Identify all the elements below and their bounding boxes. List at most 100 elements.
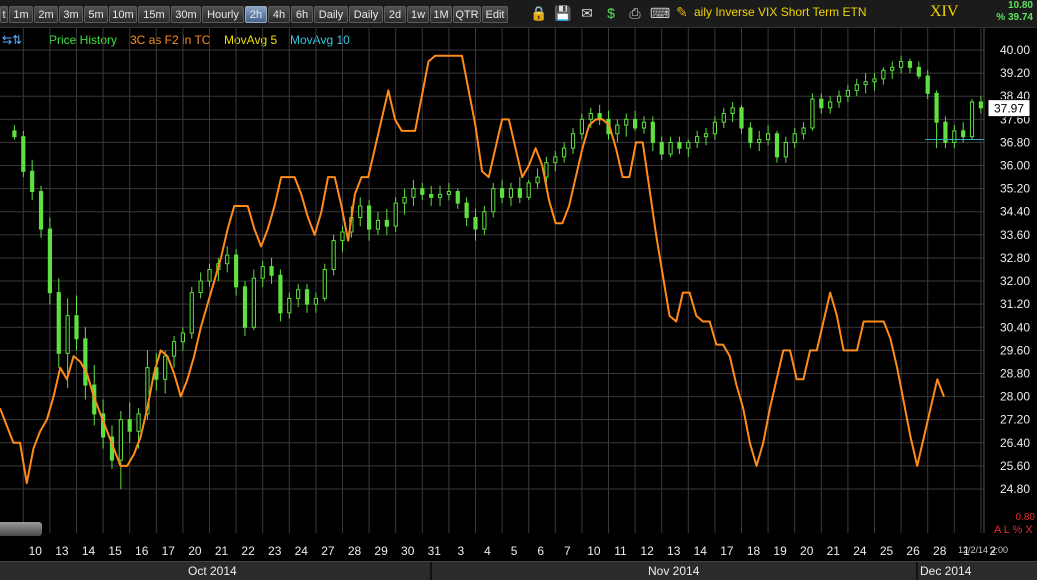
timeframe-button-1w[interactable]: 1w (407, 6, 429, 23)
candle-body (739, 107, 744, 129)
y-tick-label: 32.80 (1000, 251, 1030, 265)
x-tick-label: 18 (747, 544, 761, 558)
candle-body (819, 98, 824, 109)
timeframe-button-hourly[interactable]: Hourly (202, 6, 244, 23)
x-tick-label: 22 (241, 544, 255, 558)
candle-body (47, 228, 52, 294)
candle-body (579, 118, 584, 135)
timeframe-button-5m[interactable]: 5m (84, 6, 108, 23)
timeframe-button-4h[interactable]: 4h (268, 6, 290, 23)
candle-body (500, 188, 505, 198)
candle-body (961, 130, 966, 138)
candle-body (455, 191, 460, 204)
candle-body (74, 315, 79, 340)
candle-body (375, 219, 381, 230)
timeframe-button-10m[interactable]: 10m (109, 6, 137, 23)
timeframe-button-30m[interactable]: 30m (171, 6, 201, 23)
candle-body (251, 277, 256, 328)
quote-change: 10.80 (1007, 0, 1033, 11)
candle-body (118, 419, 123, 461)
timeframe-button-2m[interactable]: 2m (34, 6, 58, 23)
candle-body (38, 191, 44, 230)
candle-body (633, 118, 638, 129)
candle-body (544, 162, 549, 178)
x-tick-label: 24 (853, 544, 867, 558)
candle-body (668, 141, 673, 155)
x-tick-label: 3 (458, 544, 465, 558)
candle-body (810, 98, 815, 129)
timeframe-button-6h[interactable]: 6h (291, 6, 313, 23)
candle-body (774, 133, 780, 158)
x-tick-label: 14 (694, 544, 708, 558)
x-tick-label: 7 (564, 544, 571, 558)
save-icon[interactable]: 💾 (554, 4, 572, 22)
x-tick-label: 31 (428, 544, 442, 558)
pencil-icon[interactable]: ✎ (676, 4, 688, 21)
datestamp: 12/2/14 2:00 (958, 545, 1009, 555)
candle-body (189, 292, 194, 334)
timeframe-button-2d[interactable]: 2d (384, 6, 406, 23)
x-tick-label: 28 (348, 544, 362, 558)
keyboard-icon[interactable]: ⌨ (650, 4, 670, 22)
timeframe-button-3m[interactable]: 3m (59, 6, 83, 23)
timeframe-button-2h[interactable]: 2h (245, 6, 267, 23)
y-tick-label: 29.60 (1000, 343, 1030, 357)
print-icon[interactable]: ⎙ (626, 4, 644, 22)
price-chart[interactable]: 40.0039.2038.4037.6036.8036.0035.2034.40… (0, 28, 1037, 561)
candle-body (180, 332, 186, 343)
x-tick-label: 6 (537, 544, 544, 558)
lock-icon[interactable]: 🔒 (530, 4, 548, 22)
y-tick-label: 34.40 (1000, 205, 1030, 219)
candle-body (872, 78, 877, 83)
candle-body (127, 419, 132, 432)
timeframe-button-qtr[interactable]: QTR (453, 6, 481, 23)
y-tick-label: 25.60 (1000, 459, 1030, 473)
instrument-title: aily Inverse VIX Short Term ETN (694, 5, 867, 19)
x-tick-label: 28 (933, 544, 947, 558)
candle-body (553, 156, 558, 164)
candle-body (473, 217, 478, 230)
candle-body (703, 133, 709, 138)
timeframe-button-daily[interactable]: Daily (314, 6, 348, 23)
timeframe-button-daily[interactable]: Daily (349, 6, 383, 23)
candle-body (171, 341, 177, 357)
candle-body (730, 107, 735, 115)
candle-body (677, 141, 682, 149)
candle-body (269, 266, 274, 276)
y-tick-label: 36.80 (1000, 135, 1030, 149)
candle-body (721, 113, 726, 123)
timeframe-button-t[interactable]: t (0, 6, 8, 23)
candle-body (952, 130, 957, 143)
candle-body (526, 182, 531, 198)
candle-body (420, 188, 425, 195)
candle-body (641, 121, 647, 129)
x-tick-label: 10 (29, 544, 43, 558)
candle-body (482, 211, 487, 230)
timeframe-button-15m[interactable]: 15m (138, 6, 170, 23)
current-price-label: 37.97 (994, 102, 1024, 116)
candle-body (535, 176, 540, 184)
candle-body (136, 413, 141, 432)
timeframe-button-1m[interactable]: 1M (430, 6, 452, 23)
alx-controls[interactable]: A L % X (994, 524, 1033, 536)
timeframe-button-1m[interactable]: 1m (9, 6, 33, 23)
scroll-thumb[interactable] (0, 522, 42, 536)
candle-body (969, 101, 975, 138)
candle-body (446, 191, 451, 195)
candle-body (242, 286, 248, 328)
dollar-icon[interactable]: $ (602, 4, 620, 22)
month-divider (430, 562, 432, 580)
y-tick-label: 27.20 (1000, 413, 1030, 427)
candle-body (863, 81, 868, 86)
candle-body (83, 338, 88, 386)
candle-body (881, 69, 886, 80)
candle-body (331, 240, 336, 271)
y-tick-label: 39.20 (1000, 66, 1030, 80)
timeframe-button-edit[interactable]: Edit (482, 6, 508, 23)
month-label-oct: Oct 2014 (188, 564, 237, 578)
x-tick-label: 24 (295, 544, 309, 558)
x-tick-label: 21 (215, 544, 229, 558)
candle-body (615, 124, 620, 135)
envelope-icon[interactable]: ✉ (578, 4, 596, 22)
x-tick-label: 4 (484, 544, 491, 558)
